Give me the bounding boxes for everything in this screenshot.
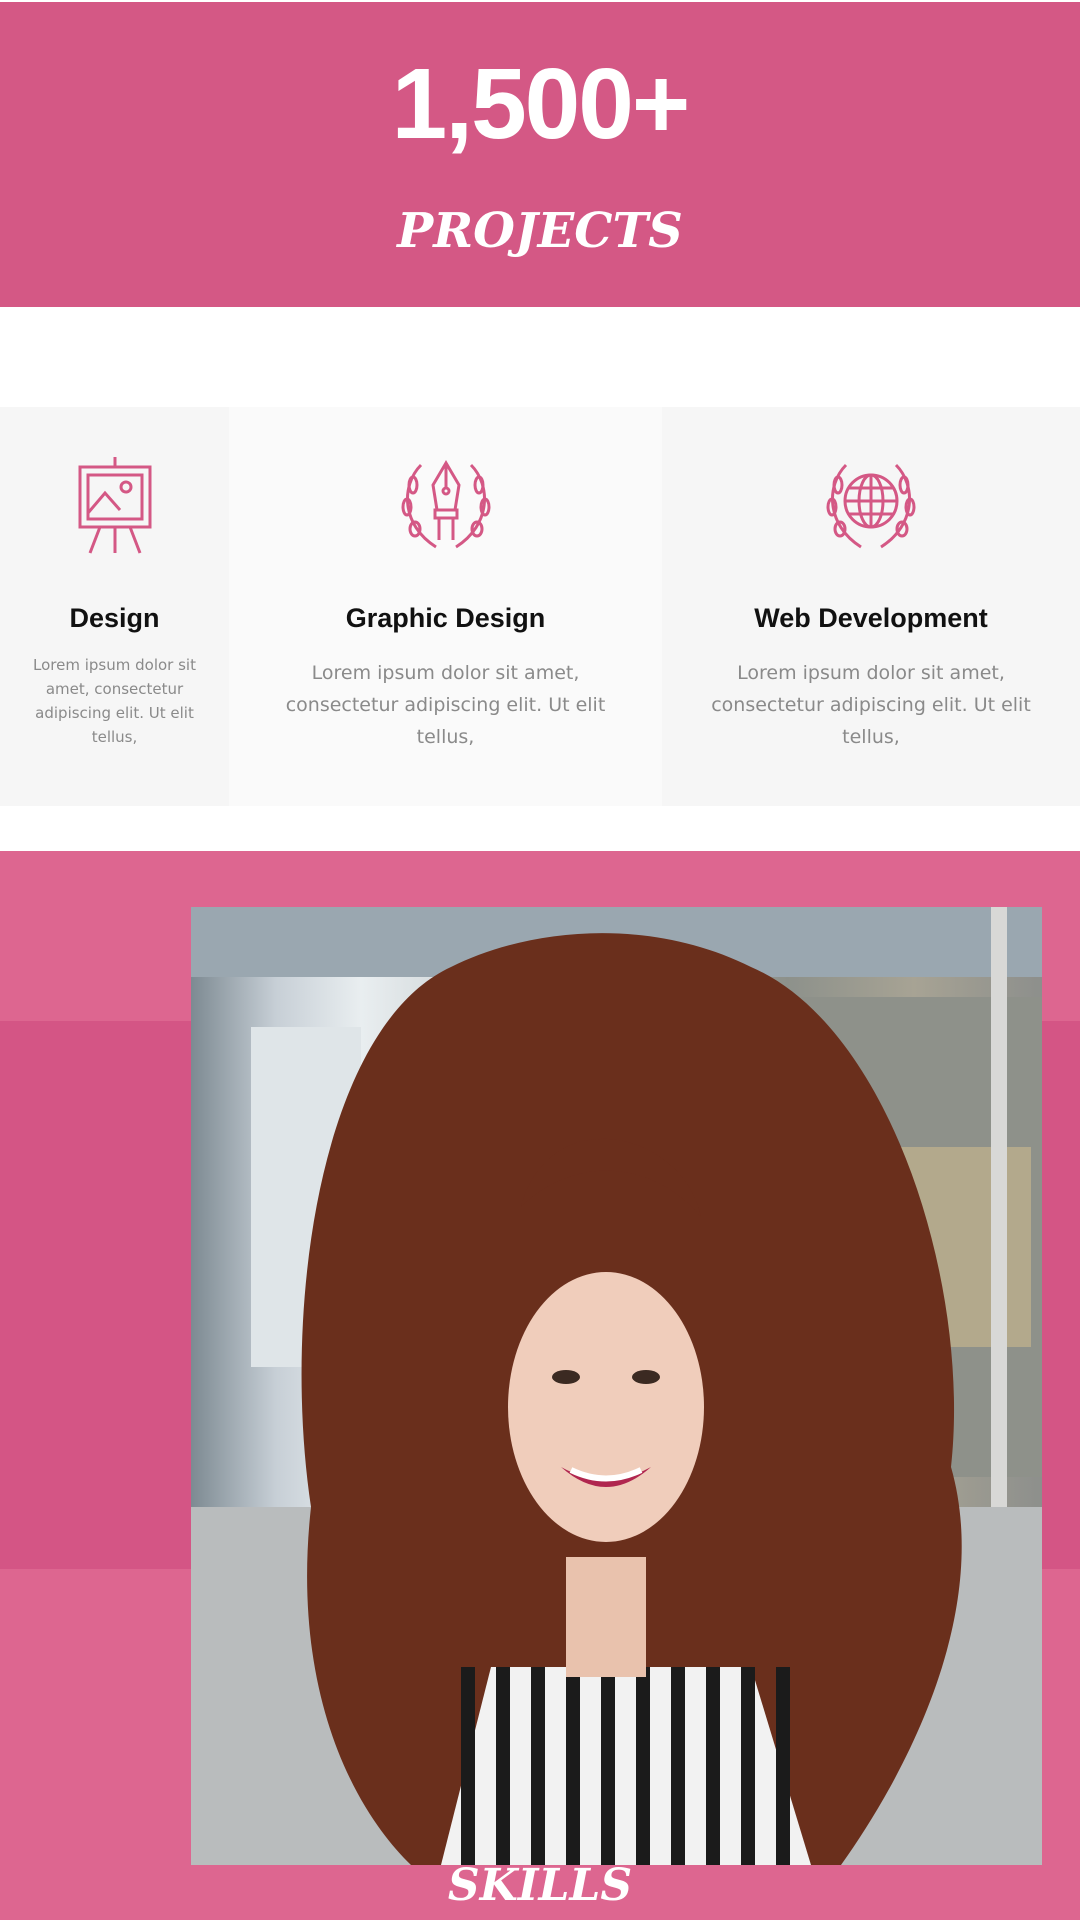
- stat-counter-section: 1,500+ PROJECTS: [0, 2, 1080, 307]
- service-card: Design Lorem ipsum dolor sit amet, conse…: [0, 407, 229, 806]
- skills-heading: SKILLS: [447, 1860, 633, 1911]
- service-title: Graphic Design: [345, 603, 546, 633]
- easel-picture-icon: [78, 457, 151, 554]
- portrait-image: [191, 907, 1042, 1865]
- service-card: Web Development Lorem ipsum dolor sit am…: [662, 407, 1080, 806]
- service-text: Lorem ipsum dolor sit amet, consectetur …: [285, 662, 606, 748]
- stat-label: PROJECTS: [397, 203, 683, 259]
- globe-laurel-icon: [826, 463, 916, 549]
- service-text: Lorem ipsum dolor sit amet, consectetur …: [33, 656, 196, 746]
- service-card: Graphic Design Lorem ipsum dolor sit ame…: [229, 407, 662, 806]
- service-title: Web Development: [754, 603, 988, 633]
- stat-value: 1,500+: [391, 48, 691, 160]
- services-section: Design Lorem ipsum dolor sit amet, conse…: [0, 407, 1080, 806]
- profile-photo: [191, 907, 1042, 1865]
- pen-nib-laurel-icon: [401, 460, 490, 549]
- service-text: Lorem ipsum dolor sit amet, consectetur …: [711, 662, 1031, 748]
- service-title: Design: [69, 603, 160, 633]
